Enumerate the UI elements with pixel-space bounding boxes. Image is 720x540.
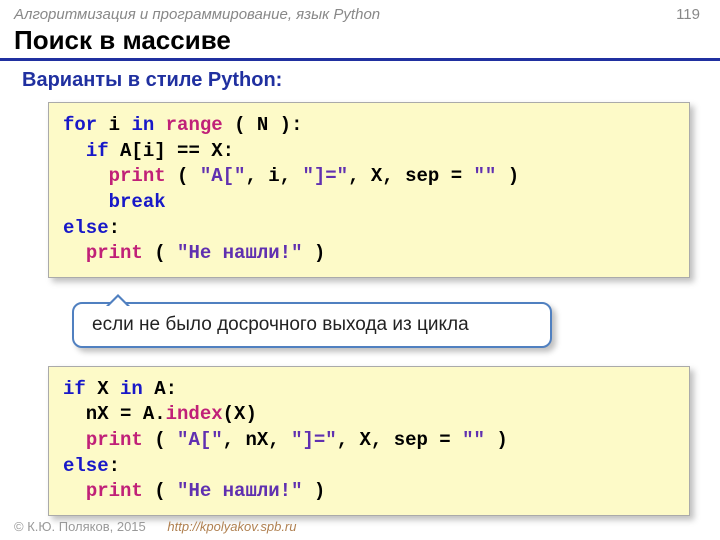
slide-header: Алгоритмизация и программирование, язык … (0, 0, 720, 25)
slide-footer: © К.Ю. Поляков, 2015 http://kpolyakov.sp… (14, 519, 297, 534)
kw-break: break (109, 191, 166, 213)
fn-range: range (166, 114, 223, 136)
fn-index: index (166, 403, 223, 425)
author-url: http://kpolyakov.spb.ru (167, 519, 296, 534)
kw-if: if (86, 140, 109, 162)
fn-print: print (86, 480, 143, 502)
course-title: Алгоритмизация и программирование, язык … (14, 6, 380, 23)
callout-note: если не было досрочного выхода из цикла (72, 302, 552, 348)
kw-if: if (63, 378, 86, 400)
section-subtitle: Варианты в стиле Python: (0, 61, 720, 98)
page-number: 119 (676, 6, 700, 23)
kw-else: else (63, 455, 109, 477)
fn-print: print (109, 165, 166, 187)
code-block-2: if X in A: nX = A.index(X) print ( "A[",… (48, 366, 690, 516)
page-title: Поиск в массиве (0, 25, 720, 61)
kw-for: for (63, 114, 97, 136)
callout-wrap: если не было досрочного выхода из цикла (48, 302, 690, 348)
fn-print: print (86, 242, 143, 264)
kw-in: in (120, 378, 143, 400)
copyright: © К.Ю. Поляков, 2015 (14, 519, 146, 534)
code-block-1: for i in range ( N ): if A[i] == X: prin… (48, 102, 690, 278)
fn-print: print (86, 429, 143, 451)
kw-else: else (63, 217, 109, 239)
kw-in: in (131, 114, 154, 136)
